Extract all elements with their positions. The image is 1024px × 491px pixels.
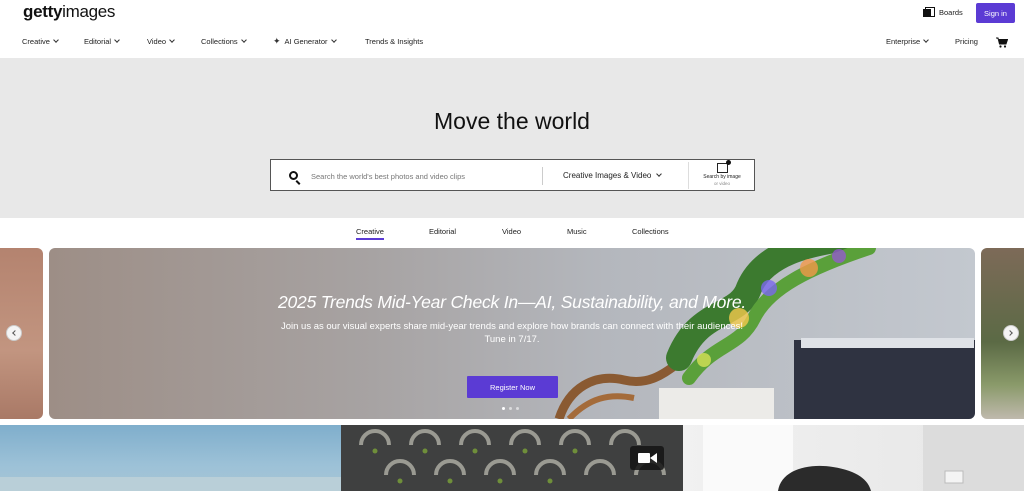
hero-title: Move the world — [434, 108, 590, 134]
image-tile[interactable] — [683, 425, 1024, 491]
nav-editorial-label: Editorial — [84, 37, 112, 46]
search-type-dropdown[interactable]: Creative Images & Video — [563, 171, 663, 180]
nav-creative[interactable]: Creative — [22, 37, 59, 46]
boards-label: Boards — [939, 8, 963, 17]
carousel-next-arrow-icon[interactable] — [1003, 325, 1019, 341]
nav-video[interactable]: Video — [147, 37, 175, 46]
featured-image-grid — [0, 425, 1024, 491]
search-divider — [688, 162, 689, 189]
image-search-icon — [716, 160, 731, 173]
site-header: gettyimages Boards Sign in Creative Edit… — [0, 0, 1024, 58]
promo-description-line: Tune in 7/17. — [484, 334, 540, 345]
nav-ai-generator-label: AI Generator — [284, 37, 328, 46]
carousel-dots — [502, 407, 519, 410]
boards-link[interactable]: Boards — [923, 7, 963, 18]
nav-creative-label: Creative — [22, 37, 50, 46]
video-camera-icon — [630, 446, 664, 470]
search-bar: Creative Images & Video Search by image … — [270, 159, 755, 191]
search-divider — [542, 167, 543, 185]
promo-description-line: Join us as our visual experts share mid-… — [280, 321, 744, 332]
nav-enterprise[interactable]: Enterprise — [886, 37, 930, 46]
sparkle-icon: ✦ — [273, 36, 281, 46]
cart-icon[interactable] — [996, 37, 1008, 48]
search-type-label: Creative Images & Video — [563, 171, 652, 180]
sky-image — [0, 477, 341, 491]
nav-collections-label: Collections — [201, 37, 238, 46]
main-nav: Creative Editorial Video Collections ✦ A… — [0, 37, 1024, 51]
promo-carousel: 2025 Trends Mid-Year Check In—AI, Sustai… — [0, 247, 1024, 419]
nav-enterprise-label: Enterprise — [886, 37, 921, 46]
search-by-image-button[interactable]: Search by image or video — [696, 160, 748, 186]
promo-title: 2025 Trends Mid-Year Check In—AI, Sustai… — [277, 292, 747, 312]
promo-slide: 2025 Trends Mid-Year Check In—AI, Sustai… — [49, 248, 975, 419]
promo-description: Join us as our visual experts share mid-… — [229, 320, 795, 346]
tab-collections[interactable]: Collections — [632, 227, 669, 236]
register-now-button[interactable]: Register Now — [467, 376, 558, 398]
tab-music[interactable]: Music — [567, 227, 587, 236]
chevron-down-icon — [114, 37, 120, 43]
tab-creative[interactable]: Creative — [356, 227, 384, 240]
nav-video-label: Video — [147, 37, 167, 46]
chevron-down-icon — [53, 37, 59, 43]
tab-editorial[interactable]: Editorial — [429, 227, 456, 236]
nav-trends-insights[interactable]: Trends & Insights — [365, 37, 423, 46]
chevron-down-icon — [169, 37, 175, 43]
nav-pricing-label: Pricing — [955, 37, 978, 46]
video-tile[interactable] — [341, 425, 683, 491]
search-by-image-label: Search by image — [703, 174, 741, 180]
nav-editorial[interactable]: Editorial — [84, 37, 120, 46]
search-icon[interactable] — [289, 171, 298, 180]
nav-pricing[interactable]: Pricing — [955, 37, 978, 46]
carousel-prev-arrow-icon[interactable] — [6, 325, 22, 341]
search-by-image-sublabel: or video — [713, 180, 730, 186]
tab-video[interactable]: Video — [502, 227, 521, 236]
nav-trends-label: Trends & Insights — [365, 37, 424, 46]
chevron-down-icon — [656, 171, 663, 177]
carousel-dot[interactable] — [509, 407, 512, 410]
image-tile[interactable] — [0, 425, 341, 491]
category-tabs: Creative Editorial Video Music Collectio… — [0, 227, 1024, 241]
search-input[interactable] — [311, 168, 541, 184]
carousel-dot[interactable] — [502, 407, 505, 410]
nav-collections[interactable]: Collections — [201, 37, 247, 46]
chevron-down-icon — [330, 37, 337, 43]
sign-in-button[interactable]: Sign in — [976, 3, 1015, 23]
carousel-dot[interactable] — [516, 407, 519, 410]
interior-image — [703, 425, 1024, 491]
hero-section — [0, 58, 1024, 218]
boards-icon — [923, 7, 935, 18]
nav-ai-generator[interactable]: ✦ AI Generator — [273, 36, 337, 46]
chevron-down-icon — [923, 37, 930, 43]
chevron-down-icon — [240, 37, 247, 43]
getty-images-logo[interactable]: gettyimages — [23, 2, 115, 22]
